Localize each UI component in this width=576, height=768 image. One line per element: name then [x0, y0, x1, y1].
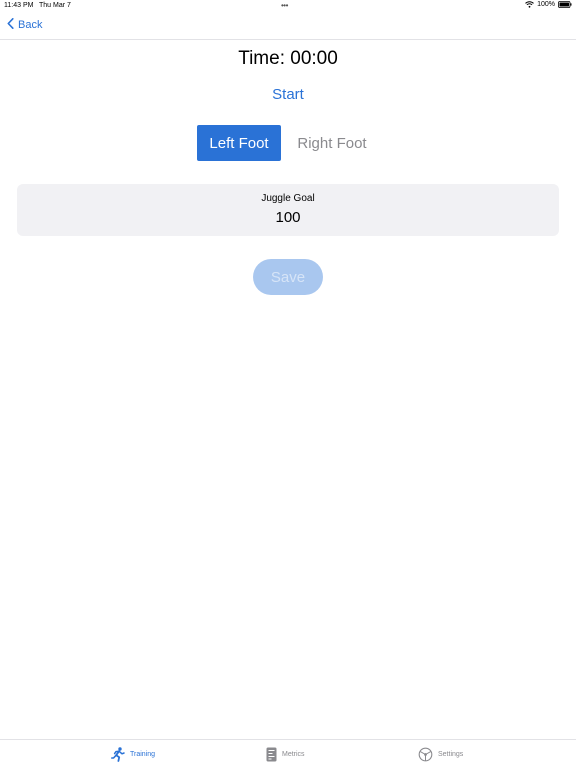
metrics-document-icon: [266, 747, 277, 762]
juggle-goal-card: Juggle Goal 100: [17, 184, 559, 236]
tab-metrics-label: Metrics: [282, 751, 305, 758]
juggle-goal-input[interactable]: 100: [17, 209, 559, 226]
status-bar: 11:43 PM Thu Mar 7 ••• 100%: [0, 0, 576, 12]
navigation-bar: Back: [0, 12, 576, 40]
status-time: 11:43 PM: [4, 2, 34, 9]
start-button[interactable]: Start: [238, 86, 338, 103]
chevron-left-icon: [7, 18, 14, 32]
tab-training-label: Training: [130, 751, 156, 758]
tab-bar: Training Metrics Settings: [0, 739, 576, 768]
battery-icon: [558, 1, 572, 8]
battery-percent: 100%: [537, 1, 555, 8]
tab-settings-label: Settings: [438, 751, 464, 758]
gear-icon: [418, 747, 433, 762]
back-button[interactable]: Back: [7, 18, 42, 32]
app-screen: 11:43 PM Thu Mar 7 ••• 100% Back Time: 0…: [0, 0, 576, 768]
timer-label: Time: 00:00: [238, 48, 338, 69]
tab-settings[interactable]: Settings: [418, 747, 463, 762]
status-indicators: 100%: [525, 1, 572, 8]
wifi-icon: [525, 1, 534, 8]
tab-metrics[interactable]: Metrics: [266, 747, 305, 762]
tab-training[interactable]: Training: [111, 747, 155, 762]
foot-selector: Left Foot Right Foot: [197, 125, 377, 161]
right-foot-option[interactable]: Right Foot: [289, 125, 375, 161]
multitasking-dots[interactable]: •••: [281, 1, 288, 10]
running-person-icon: [111, 747, 125, 762]
left-foot-option[interactable]: Left Foot: [197, 125, 281, 161]
status-date: Thu Mar 7: [39, 2, 71, 9]
back-label: Back: [18, 19, 43, 31]
save-button[interactable]: Save: [253, 259, 323, 295]
juggle-goal-label: Juggle Goal: [261, 193, 315, 204]
